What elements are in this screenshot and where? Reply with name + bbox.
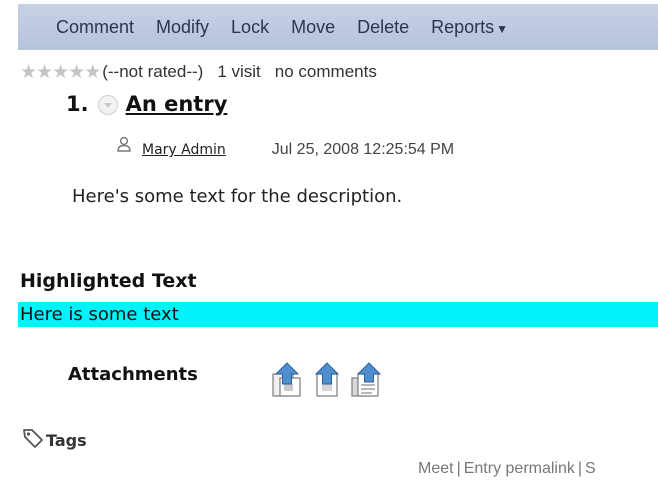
star-icon[interactable]: ★ xyxy=(20,63,37,82)
star-icon[interactable]: ★ xyxy=(36,63,53,82)
lock-button[interactable]: Lock xyxy=(231,17,269,38)
meet-link[interactable]: Meet xyxy=(418,460,454,477)
entry-description: Here's some text for the description. xyxy=(72,186,403,207)
upload-image-file-icon[interactable] xyxy=(270,360,304,402)
highlighted-text: Here is some text xyxy=(18,302,658,327)
tags-label: Tags xyxy=(46,430,87,450)
delete-button[interactable]: Delete xyxy=(357,17,409,38)
attachments-label: Attachments xyxy=(68,364,198,385)
highlighted-text-heading: Highlighted Text xyxy=(20,270,197,292)
comment-button[interactable]: Comment xyxy=(56,17,134,38)
attachments-list xyxy=(270,360,390,402)
chevron-down-icon: ▼ xyxy=(496,21,509,36)
visit-count: 1 visit xyxy=(217,62,261,81)
reports-menu-label: Reports xyxy=(431,16,495,37)
star-icon[interactable]: ★ xyxy=(52,63,69,82)
entry-timestamp: Jul 25, 2008 12:25:54 PM xyxy=(271,141,455,158)
upload-document-icon[interactable] xyxy=(350,360,384,402)
entry-title-link[interactable]: An entry xyxy=(126,92,228,116)
move-button[interactable]: Move xyxy=(291,17,335,38)
rating-status: (--not rated--) xyxy=(102,62,204,81)
rating-row: ★ ★ ★ ★ ★ (--not rated--) 1 visit no com… xyxy=(20,60,377,84)
upload-file-icon[interactable] xyxy=(310,360,344,402)
tags-row: Tags xyxy=(22,427,87,453)
reports-menu[interactable]: Reports ▼ xyxy=(431,17,508,38)
star-icon[interactable]: ★ xyxy=(84,63,101,82)
truncated-footer-link[interactable]: S xyxy=(585,460,596,477)
entry-permalink-link[interactable]: Entry permalink xyxy=(464,460,575,477)
star-icon[interactable]: ★ xyxy=(68,63,85,82)
collapse-toggle-icon[interactable] xyxy=(97,95,118,115)
footer-links: Meet | Entry permalink | S xyxy=(418,460,596,478)
author-row: Mary Admin Jul 25, 2008 12:25:54 PM xyxy=(116,136,455,162)
user-icon xyxy=(116,136,132,156)
comment-count: no comments xyxy=(274,62,377,81)
entry-title: 1. An entry xyxy=(66,92,227,116)
entry-number: 1. xyxy=(66,92,89,116)
entry-toolbar: Comment Modify Lock Move Delete Reports ▼ xyxy=(18,4,658,50)
tag-icon xyxy=(22,427,44,453)
link-separator: | xyxy=(456,460,461,477)
star-rating: ★ ★ ★ ★ ★ xyxy=(20,63,101,82)
modify-button[interactable]: Modify xyxy=(156,17,209,38)
link-separator: | xyxy=(577,460,583,477)
author-link[interactable]: Mary Admin xyxy=(142,142,226,158)
